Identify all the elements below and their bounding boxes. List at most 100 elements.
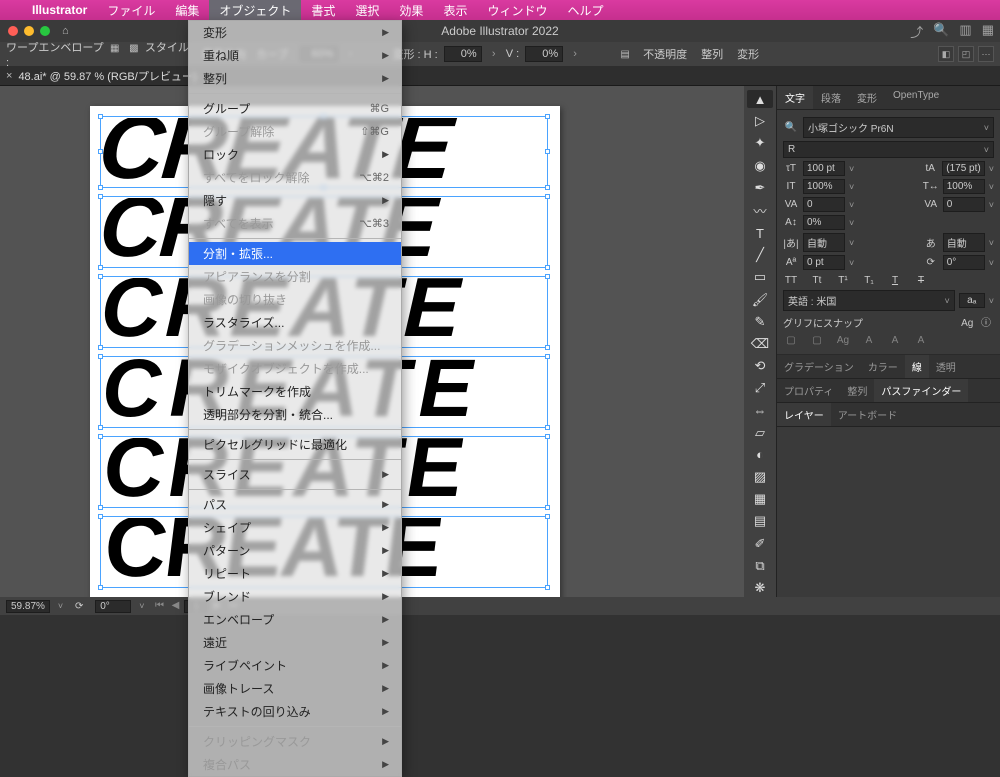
tab-align[interactable]: 整列: [840, 379, 874, 402]
hscale-input[interactable]: 100%: [943, 179, 985, 194]
kerning-input[interactable]: 0: [803, 197, 845, 212]
share-icon[interactable]: ⤴: [910, 22, 923, 41]
menu-item-33[interactable]: テキストの回り込み: [189, 700, 401, 723]
envelope-mesh-icon[interactable]: ▦: [107, 41, 123, 57]
width-tool[interactable]: ⇔: [747, 401, 773, 419]
shaper-tool[interactable]: ✎: [747, 313, 773, 331]
vscale-input[interactable]: 100%: [803, 179, 845, 194]
auto-input1[interactable]: 自動: [803, 233, 845, 252]
app-menu[interactable]: Illustrator: [22, 0, 97, 20]
menu-item-14[interactable]: ラスタライズ...: [189, 311, 401, 334]
line-tool[interactable]: ╱: [747, 246, 773, 264]
menu-item-11[interactable]: 分割・拡張...: [189, 242, 401, 265]
workspace-icon[interactable]: ▥: [959, 22, 971, 41]
menu-item-20[interactable]: ピクセルグリッドに最適化: [189, 433, 401, 456]
curvature-tool[interactable]: 〰: [747, 201, 773, 220]
paintbrush-tool[interactable]: 🖌: [747, 291, 773, 309]
free-transform-tool[interactable]: ▱: [747, 424, 773, 442]
type-tool[interactable]: T: [747, 224, 773, 242]
font-style-select[interactable]: R˅: [783, 141, 994, 158]
snap-info-icon[interactable]: ⓘ: [978, 314, 994, 328]
rotation-input[interactable]: 0°: [943, 255, 985, 270]
tab-character[interactable]: 文字: [777, 86, 813, 109]
menu-item-25[interactable]: シェイプ: [189, 516, 401, 539]
magic-wand-tool[interactable]: ✦: [747, 134, 773, 152]
menu-select[interactable]: 選択: [345, 0, 389, 20]
tab-layers[interactable]: レイヤー: [777, 403, 831, 426]
selection-tool[interactable]: ▲: [747, 90, 773, 108]
menu-item-4[interactable]: グループ⌘G: [189, 97, 401, 120]
menu-effect[interactable]: 効果: [389, 0, 433, 20]
tab-color[interactable]: カラー: [861, 355, 905, 378]
close-window-button[interactable]: [8, 26, 18, 36]
caps-underline[interactable]: T: [887, 273, 903, 287]
direct-selection-tool[interactable]: ▷: [747, 112, 773, 130]
caps-sup[interactable]: T¹: [835, 273, 851, 287]
menu-item-17[interactable]: トリムマークを作成: [189, 380, 401, 403]
snap-icon[interactable]: Ag: [959, 316, 975, 330]
menu-item-22[interactable]: スライス: [189, 463, 401, 486]
glyph-6[interactable]: A: [913, 333, 929, 347]
tab-opentype[interactable]: OpenType: [885, 86, 947, 109]
search-icon[interactable]: 🔍: [933, 22, 949, 41]
rectangle-tool[interactable]: ▭: [747, 268, 773, 286]
minimize-window-button[interactable]: [24, 26, 34, 36]
tracking-input[interactable]: 0: [943, 197, 985, 212]
menu-item-6[interactable]: ロック: [189, 143, 401, 166]
font-size-input[interactable]: 100 pt: [803, 161, 845, 176]
baseline-pt-input[interactable]: 0 pt: [803, 255, 845, 270]
document-tab[interactable]: × 48.ai* @ 59.87 % (RGB/プレビュー): [0, 66, 1000, 86]
tab-transform[interactable]: 変形: [849, 86, 885, 109]
tab-gradient[interactable]: グラデーション: [777, 355, 861, 378]
menu-item-27[interactable]: リピート: [189, 562, 401, 585]
menu-item-18[interactable]: 透明部分を分割・統合...: [189, 403, 401, 426]
edit-contents-icon[interactable]: ◰: [958, 46, 974, 62]
maximize-window-button[interactable]: [40, 26, 50, 36]
tab-artboards[interactable]: アートボード: [831, 403, 904, 426]
menu-window[interactable]: ウィンドウ: [477, 0, 557, 20]
leading-input[interactable]: (175 pt): [942, 161, 984, 176]
menu-item-32[interactable]: 画像トレース: [189, 677, 401, 700]
lasso-tool[interactable]: ◉: [747, 157, 773, 175]
scale-tool[interactable]: ⤢: [747, 379, 773, 397]
opacity-menu[interactable]: 不透明度: [639, 46, 691, 62]
angle-input[interactable]: 0°: [95, 600, 131, 613]
menu-item-0[interactable]: 変形: [189, 21, 401, 44]
menu-file[interactable]: ファイル: [97, 0, 165, 20]
glyph-5[interactable]: A: [887, 333, 903, 347]
glyph-4[interactable]: A: [861, 333, 877, 347]
baseline-pct-input[interactable]: 0%: [803, 215, 845, 230]
language-select[interactable]: 英語 : 米国˅: [783, 290, 955, 311]
deform-h-stepper[interactable]: ›: [488, 48, 500, 60]
menu-item-2[interactable]: 整列: [189, 67, 401, 90]
gradient-tool[interactable]: ▤: [747, 512, 773, 530]
symbol-sprayer-tool[interactable]: ❋: [747, 579, 773, 597]
rotate-tool[interactable]: ⟲: [747, 357, 773, 375]
menu-item-31[interactable]: ライブペイント: [189, 654, 401, 677]
menu-item-29[interactable]: エンベロープ: [189, 608, 401, 631]
glyph-2[interactable]: ▢: [809, 333, 825, 347]
tab-properties[interactable]: プロパティ: [777, 379, 840, 402]
menu-item-8[interactable]: 隠す: [189, 189, 401, 212]
envelope-warp-icon[interactable]: ▩: [126, 41, 142, 57]
tab-transparency[interactable]: 透明: [929, 355, 963, 378]
close-tab-icon[interactable]: ×: [6, 70, 12, 82]
menu-help[interactable]: ヘルプ: [557, 0, 613, 20]
eraser-tool[interactable]: ⌫: [747, 335, 773, 353]
envelope-options-icon[interactable]: ▤: [617, 46, 633, 62]
menu-edit[interactable]: 編集: [165, 0, 209, 20]
aa-select[interactable]: aₐ: [959, 293, 985, 308]
deform-h-input[interactable]: 0%: [444, 46, 482, 62]
menu-item-24[interactable]: パス: [189, 493, 401, 516]
caps-tc[interactable]: Tt: [809, 273, 825, 287]
isolate-icon[interactable]: ◧: [938, 46, 954, 62]
arrange-icon[interactable]: ▦: [982, 22, 994, 41]
glyph-1[interactable]: ▢: [783, 333, 799, 347]
tab-pathfinder[interactable]: パスファインダー: [874, 379, 968, 402]
home-icon[interactable]: ⌂: [62, 25, 69, 37]
menu-view[interactable]: 表示: [433, 0, 477, 20]
shape-builder-tool[interactable]: ◐: [747, 446, 773, 464]
options-icon[interactable]: ⋯: [978, 46, 994, 62]
glyph-3[interactable]: Ag: [835, 333, 851, 347]
caps-strike[interactable]: T: [913, 273, 929, 287]
